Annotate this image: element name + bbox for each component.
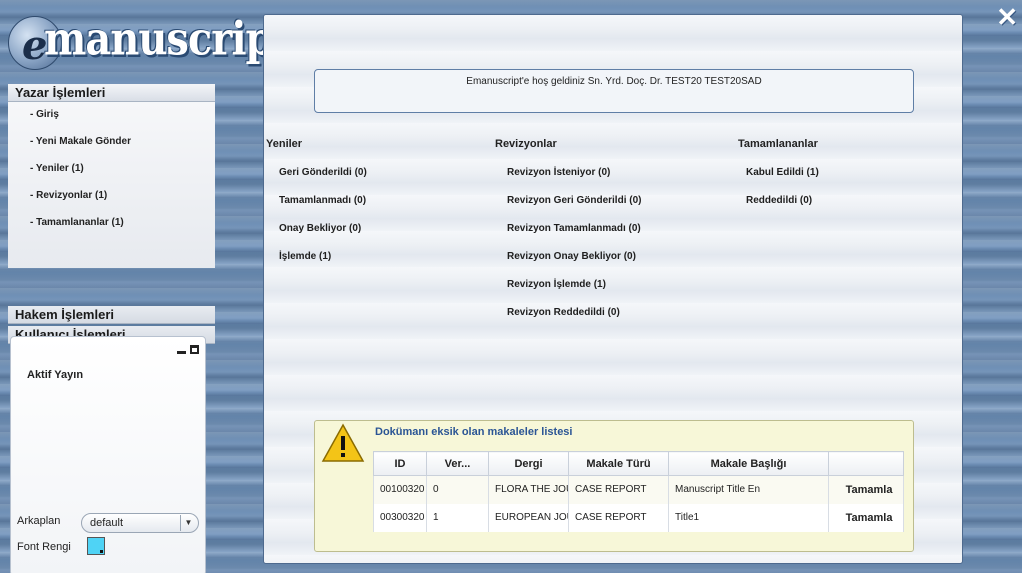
cell-journal: EUROPEAN JOURNAL [488, 503, 569, 532]
col-header-id[interactable]: ID [373, 451, 427, 476]
link-accepted[interactable]: Kabul Edildi (1) [746, 167, 819, 178]
background-label: Arkaplan [17, 515, 61, 527]
col-header-version[interactable]: Ver... [426, 451, 489, 476]
cell-version: 0 [426, 475, 489, 504]
font-color-label: Font Rengi [17, 541, 71, 553]
revisions-column-title: Revizyonlar [495, 138, 557, 150]
complete-button[interactable]: Tamamla [828, 503, 904, 532]
link-revision-in-process[interactable]: Revizyon İşlemde (1) [507, 279, 606, 290]
missing-documents-panel: Dokümanı eksik olan makaleler listesi ID… [314, 420, 914, 552]
cell-type: CASE REPORT [568, 475, 669, 504]
background-select-value: default [90, 517, 124, 529]
font-color-swatch[interactable] [87, 537, 105, 555]
link-returned[interactable]: Geri Gönderildi (0) [279, 167, 367, 178]
menu-item-login[interactable]: - Giriş [8, 108, 215, 135]
menu-item-revisions[interactable]: - Revizyonlar (1) [8, 189, 215, 216]
chevron-down-icon[interactable]: ▼ [180, 515, 196, 531]
warning-icon [321, 423, 365, 462]
link-revision-requested[interactable]: Revizyon İsteniyor (0) [507, 167, 610, 178]
cell-title: Manuscript Title En [668, 475, 829, 504]
link-incomplete[interactable]: Tamamlanmadı (0) [279, 195, 366, 206]
col-header-action [828, 451, 904, 476]
col-header-type[interactable]: Makale Türü [568, 451, 669, 476]
link-rejected[interactable]: Reddedildi (0) [746, 195, 812, 206]
author-section-header[interactable]: Yazar İşlemleri [8, 84, 215, 102]
emanuscript-logo: e manuscript [8, 6, 291, 70]
minimize-icon[interactable] [177, 350, 186, 354]
close-icon[interactable]: ✕ [996, 2, 1018, 33]
table-header-row: ID Ver... Dergi Makale Türü Makale Başlı… [373, 451, 904, 476]
missing-documents-table: ID Ver... Dergi Makale Türü Makale Başlı… [373, 451, 904, 532]
cell-type: CASE REPORT [568, 503, 669, 532]
cell-journal: FLORA THE JOURNAL [488, 475, 569, 504]
new-column-title: Yeniler [266, 138, 303, 150]
cell-id: 00300320 [373, 503, 427, 532]
table-row[interactable]: 00100320 0 FLORA THE JOURNAL CASE REPORT… [373, 475, 904, 504]
background-select[interactable]: default ▼ [81, 513, 199, 533]
link-in-process[interactable]: İşlemde (1) [279, 251, 331, 262]
link-revision-rejected[interactable]: Revizyon Reddedildi (0) [507, 307, 620, 318]
link-awaiting-approval[interactable]: Onay Bekliyor (0) [279, 223, 361, 234]
cell-title: Title1 [668, 503, 829, 532]
completed-column-title: Tamamlananlar [738, 138, 818, 150]
author-menu: - Giriş - Yeni Makale Gönder - Yeniler (… [8, 102, 215, 268]
complete-button[interactable]: Tamamla [828, 475, 904, 504]
active-publication-title: Aktif Yayın [27, 369, 84, 381]
menu-item-new[interactable]: - Yeniler (1) [8, 162, 215, 189]
col-header-title[interactable]: Makale Başlığı [668, 451, 829, 476]
main-panel: Emanuscript'e hoş geldiniz Sn. Yrd. Doç.… [263, 14, 963, 564]
sidebar: Yazar İşlemleri - Giriş - Yeni Makale Gö… [8, 84, 215, 344]
widget-controls [177, 345, 199, 354]
settings-widget: Aktif Yayın Arkaplan default ▼ Font Reng… [10, 336, 206, 573]
menu-item-completed[interactable]: - Tamamlananlar (1) [8, 216, 215, 243]
col-header-journal[interactable]: Dergi [488, 451, 569, 476]
table-row[interactable]: 00300320 1 EUROPEAN JOURNAL CASE REPORT … [373, 503, 904, 532]
missing-documents-title: Dokümanı eksik olan makaleler listesi [375, 426, 573, 438]
link-revision-awaiting[interactable]: Revizyon Onay Bekliyor (0) [507, 251, 636, 262]
link-revision-returned[interactable]: Revizyon Geri Gönderildi (0) [507, 195, 641, 206]
maximize-icon[interactable] [190, 345, 199, 354]
welcome-message: Emanuscript'e hoş geldiniz Sn. Yrd. Doç.… [314, 69, 914, 113]
logo-wordmark: manuscript [44, 12, 291, 67]
menu-item-new-submission[interactable]: - Yeni Makale Gönder [8, 135, 215, 162]
cell-version: 1 [426, 503, 489, 532]
link-revision-incomplete[interactable]: Revizyon Tamamlanmadı (0) [507, 223, 641, 234]
reviewer-section-header[interactable]: Hakem İşlemleri [8, 306, 215, 324]
cell-id: 00100320 [373, 475, 427, 504]
